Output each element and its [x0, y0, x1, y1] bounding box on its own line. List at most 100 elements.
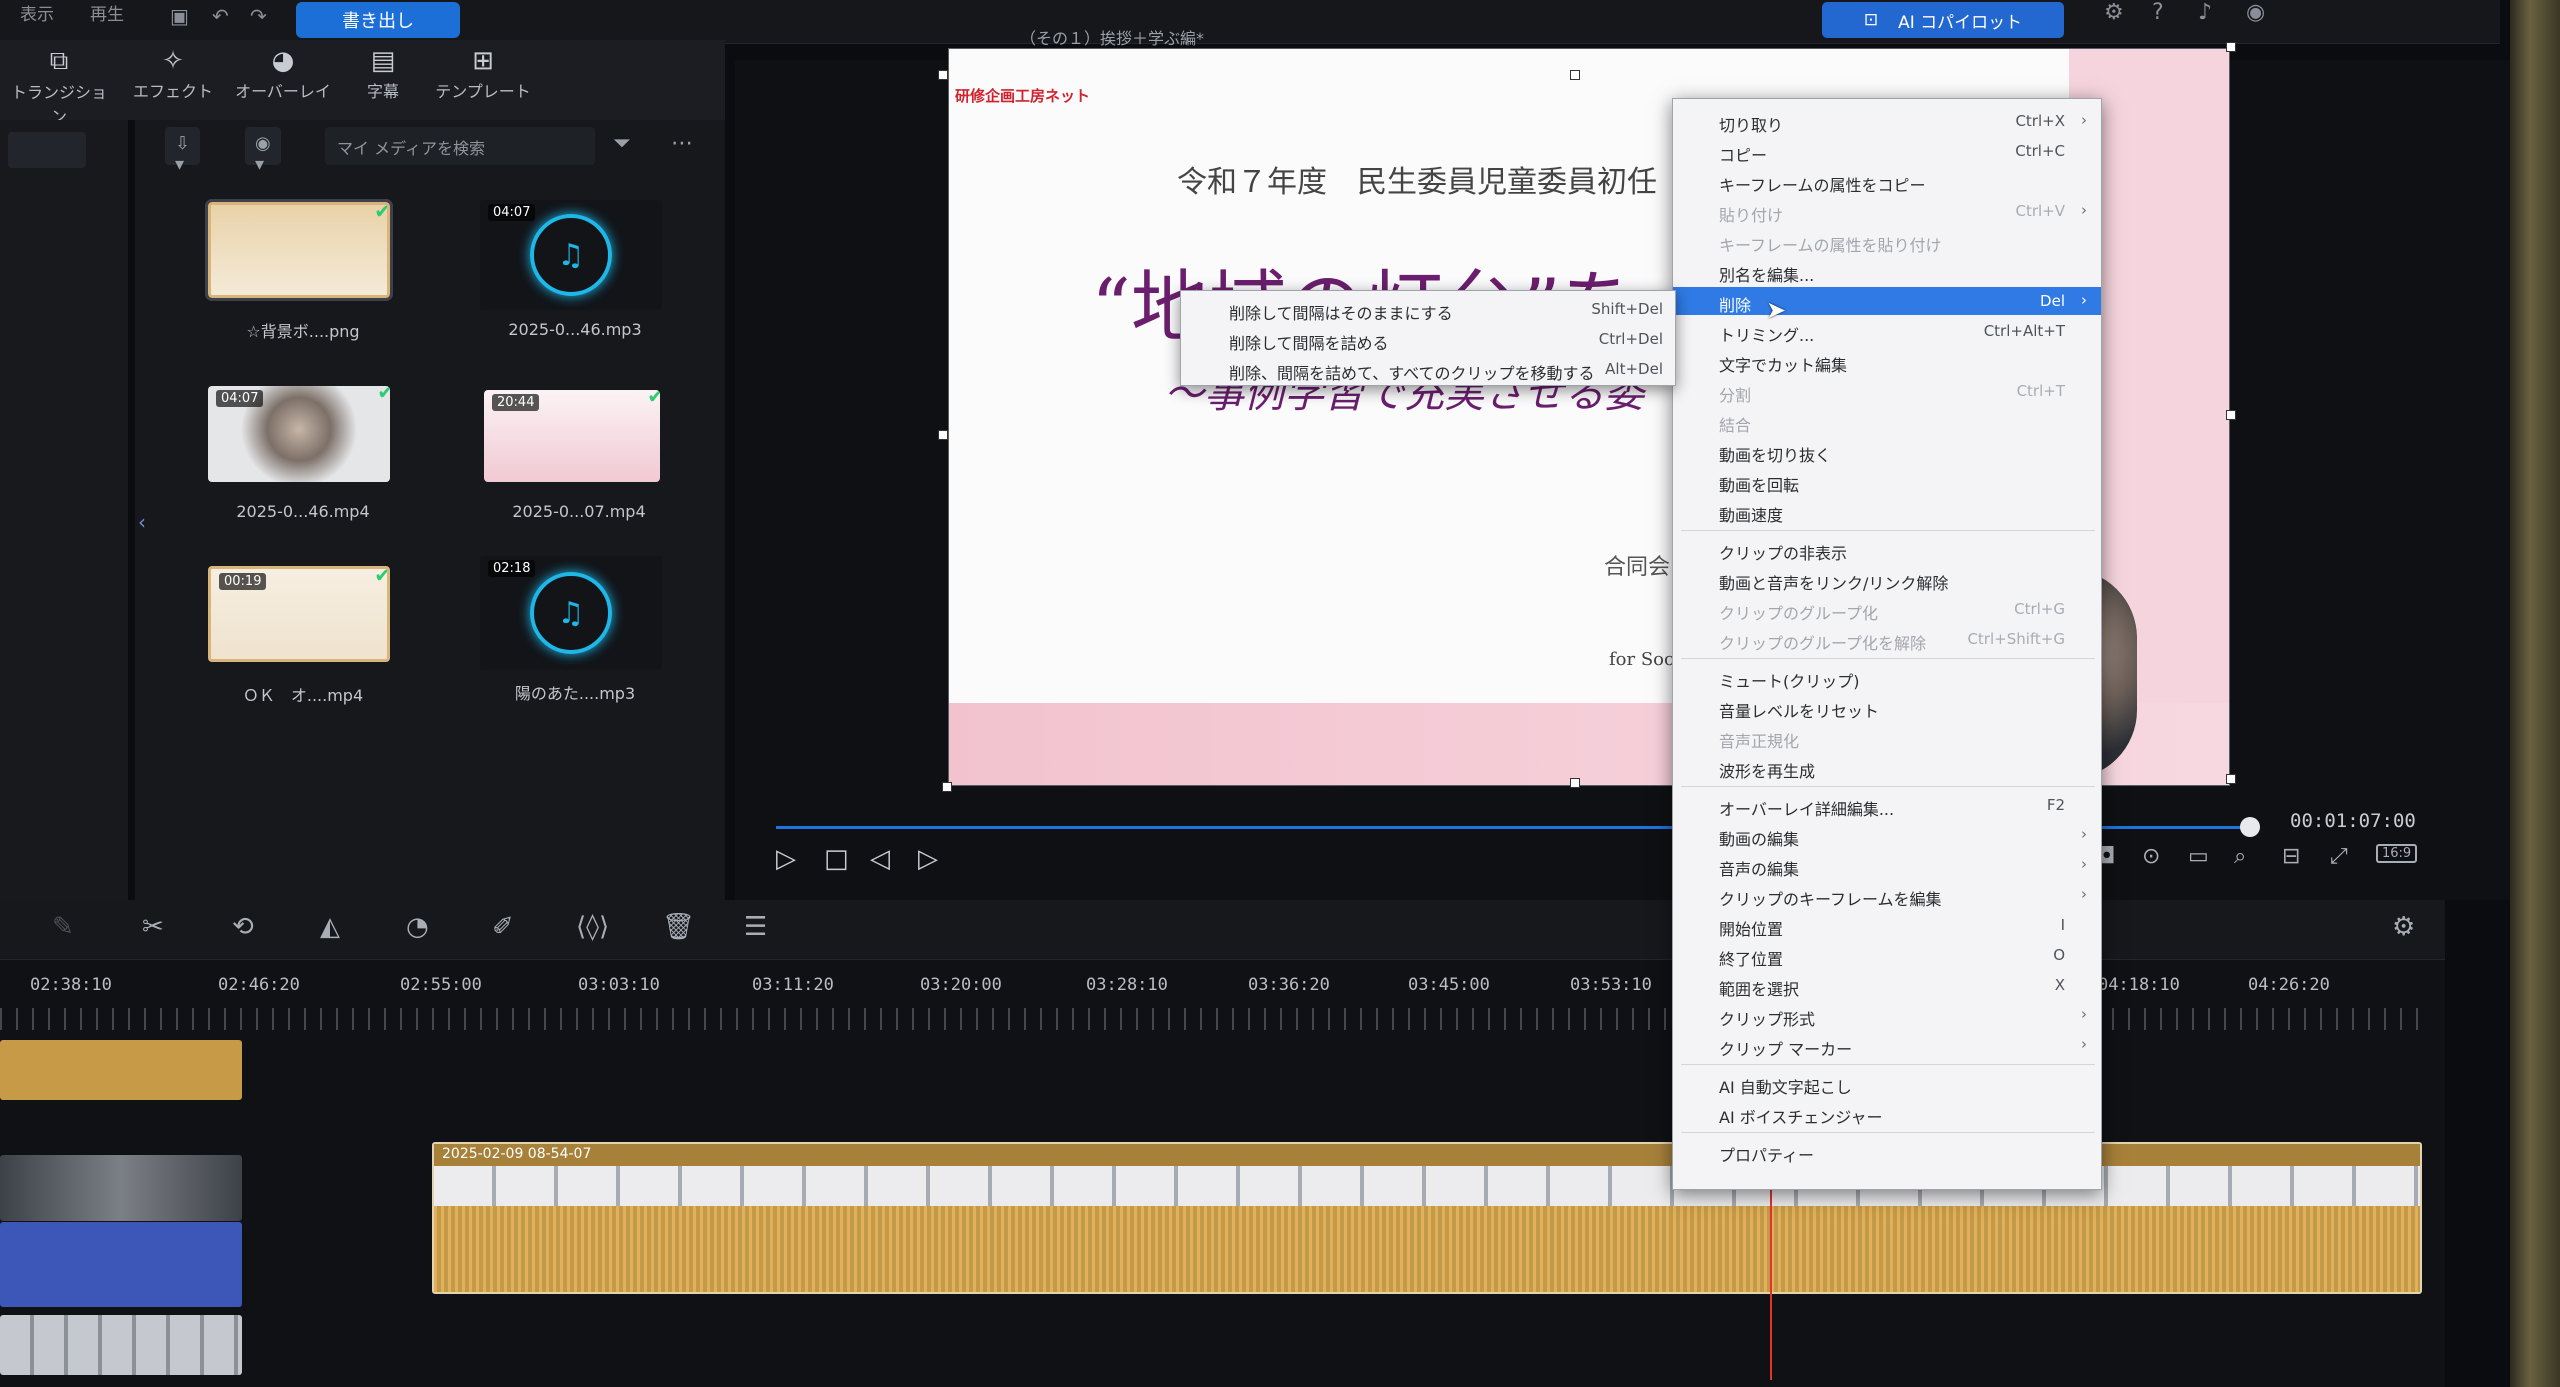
account-icon[interactable]: ◉ [2246, 0, 2265, 25]
sidebar-item[interactable] [8, 132, 86, 168]
submenu-item[interactable]: 削除、間隔を詰めて、すべてのクリップを移動する Alt+Del [1181, 355, 1675, 383]
menu-item[interactable]: 動画を切り抜く [1673, 437, 2101, 465]
menu-item[interactable]: クリップ形式 › [1673, 1001, 2101, 1029]
pen-icon[interactable]: ✎ [52, 912, 74, 942]
timeline-clip[interactable] [0, 1040, 242, 1100]
help-icon[interactable]: ? [2152, 0, 2164, 25]
menu-item[interactable]: トリミング... Ctrl+Alt+T [1673, 317, 2101, 345]
tab-effect[interactable]: ✧ エフェクト [118, 40, 228, 120]
timeline-settings-icon[interactable]: ⚙ [2392, 912, 2415, 942]
aspect-ratio-badge[interactable]: 16:9 [2376, 844, 2418, 863]
menu-item[interactable]: クリップの非表示 [1673, 535, 2101, 563]
export-button[interactable]: 書き出し [296, 2, 460, 38]
layout-icon[interactable]: ⊟ [2282, 844, 2300, 869]
resize-handle[interactable] [942, 782, 952, 792]
media-item[interactable]: 02:18 ♫ 陽のあた....mp3 [480, 556, 670, 704]
resize-handle[interactable] [2226, 42, 2236, 52]
menu-item[interactable]: 動画を回転 [1673, 467, 2101, 495]
resize-handle[interactable] [2226, 774, 2236, 784]
stop-icon[interactable]: □ [824, 844, 849, 874]
caption-icon[interactable]: ▭ [2188, 844, 2209, 869]
trash-icon[interactable]: 🗑 [662, 912, 695, 942]
menu-item[interactable]: キーフレームの属性をコピー [1673, 167, 2101, 195]
menu-item[interactable]: 文字でカット編集 [1673, 347, 2101, 375]
collapse-left-icon[interactable]: ‹ [138, 510, 158, 550]
menu-item[interactable]: AI ボイスチェンジャー [1673, 1099, 2101, 1127]
menu-play[interactable]: 再生 [90, 0, 124, 25]
menu-item-shortcut: Ctrl+Alt+T [1983, 322, 2065, 340]
media-item[interactable]: 00:19 ✔ ＯＫ オ....mp4 [208, 566, 398, 706]
zoom-icon[interactable]: ⌕ [2234, 844, 2246, 869]
ruler-label: 02:46:20 [218, 975, 300, 995]
edit-icon[interactable]: ✐ [492, 912, 514, 942]
resize-handle[interactable] [1570, 778, 1580, 788]
menu-item[interactable]: 動画の編集 › [1673, 821, 2101, 849]
resize-handle[interactable] [2226, 410, 2236, 420]
menu-item[interactable]: 開始位置 I [1673, 911, 2101, 939]
keyframe-icon[interactable]: ⟨◊⟩ [576, 912, 609, 942]
ai-copilot-button[interactable]: ⊡ AI コパイロット [1822, 2, 2064, 38]
menu-item[interactable]: プロパティー [1673, 1137, 2101, 1165]
speed-icon[interactable]: ◔ [406, 912, 429, 942]
menu-item[interactable]: 音声の編集 › [1673, 851, 2101, 879]
timeline-clip[interactable] [0, 1315, 242, 1375]
submenu-item[interactable]: 削除して間隔を詰める Ctrl+Del [1181, 325, 1675, 353]
menu-item[interactable]: 別名を編集... [1673, 257, 2101, 285]
resize-handle[interactable] [1570, 70, 1580, 80]
search-input[interactable]: マイ メディアを検索 [325, 127, 595, 165]
redo-icon[interactable]: ↷ [250, 4, 267, 28]
play-icon[interactable]: ▷ [776, 844, 796, 874]
resize-handle[interactable] [938, 70, 948, 80]
timeline-clip[interactable] [0, 1155, 242, 1221]
menu-item[interactable]: 音量レベルをリセット [1673, 693, 2101, 721]
menu-item[interactable]: クリップ マーカー › [1673, 1031, 2101, 1059]
undo-icon[interactable]: ↶ [212, 4, 229, 28]
playhead[interactable] [1770, 1180, 1772, 1380]
tab-subtitle[interactable]: ▤ 字幕 [328, 40, 438, 120]
import-dropdown[interactable]: ⇩ ▾ [165, 127, 201, 175]
menu-item[interactable]: 切り取り Ctrl+X › [1673, 107, 2101, 135]
selected-clip[interactable]: 2025-02-09 08-54-07 [432, 1142, 2422, 1294]
bell-icon[interactable]: ♪ [2198, 0, 2212, 25]
tab-overlay[interactable]: ◕ オーバーレイ [228, 40, 338, 120]
record-icon[interactable]: ⊙ [2142, 844, 2160, 869]
menu-item[interactable]: クリップのキーフレームを編集 › [1673, 881, 2101, 909]
menu-item[interactable]: 動画と音声をリンク/リンク解除 [1673, 565, 2101, 593]
menu-item[interactable]: 終了位置 O [1673, 941, 2101, 969]
menu-item[interactable]: コピー Ctrl+C [1673, 137, 2101, 165]
list-icon[interactable]: ☰ [744, 912, 767, 942]
ruler-label: 03:11:20 [752, 975, 834, 995]
tab-template[interactable]: ⊞ テンプレート [428, 40, 538, 120]
submenu-item[interactable]: 削除して間隔はそのままにする Shift+Del [1181, 295, 1675, 323]
prev-frame-icon[interactable]: ◁ [870, 844, 890, 874]
menu-item[interactable]: 波形を再生成 [1673, 753, 2101, 781]
menu-item[interactable]: 範囲を選択 X [1673, 971, 2101, 999]
filter-icon[interactable]: ⏷ [613, 131, 631, 156]
resize-handle[interactable] [938, 430, 948, 440]
media-item[interactable]: 04:07 ✔ 2025-0...46.mp4 [208, 386, 398, 521]
menu-item[interactable]: 削除 Del › [1673, 287, 2101, 315]
menu-item[interactable]: AI 自動文字起こし [1673, 1069, 2101, 1097]
tab-transition[interactable]: ⧉ トランジション [4, 40, 114, 126]
menu-item[interactable]: オーバーレイ詳細編集... F2 [1673, 791, 2101, 819]
save-icon[interactable]: ▣ [170, 4, 189, 28]
media-item[interactable]: 20:44 ✔ 2025-0...07.mp4 [484, 390, 674, 521]
crop-icon[interactable]: ⟲ [232, 912, 254, 942]
menu-item[interactable]: ミュート(クリップ) [1673, 663, 2101, 691]
record-dropdown[interactable]: ◉ ▾ [245, 127, 281, 175]
menu-item[interactable]: 動画速度 [1673, 497, 2101, 525]
gear-icon[interactable]: ⚙ [2104, 0, 2124, 25]
next-frame-icon[interactable]: ▷ [918, 844, 938, 874]
scissors-icon[interactable]: ✂ [142, 912, 164, 942]
clip-title: 2025-02-09 08-54-07 [434, 1144, 2420, 1166]
progress-knob[interactable] [2240, 817, 2260, 837]
media-item[interactable]: ✔ ☆背景ボ....png [205, 199, 398, 342]
ruler-label: 02:55:00 [400, 975, 482, 995]
more-icon[interactable]: ⋯ [671, 131, 693, 156]
fullscreen-icon[interactable]: ⤢ [2330, 844, 2348, 869]
flip-icon[interactable]: ◭ [320, 912, 340, 942]
menu-view[interactable]: 表示 [20, 0, 54, 25]
media-item[interactable]: 04:07 ♫ 2025-0...46.mp3 [480, 200, 670, 339]
audio-clip[interactable] [0, 1222, 242, 1307]
menu-item-label: クリップのキーフレームを編集 [1719, 890, 1942, 909]
